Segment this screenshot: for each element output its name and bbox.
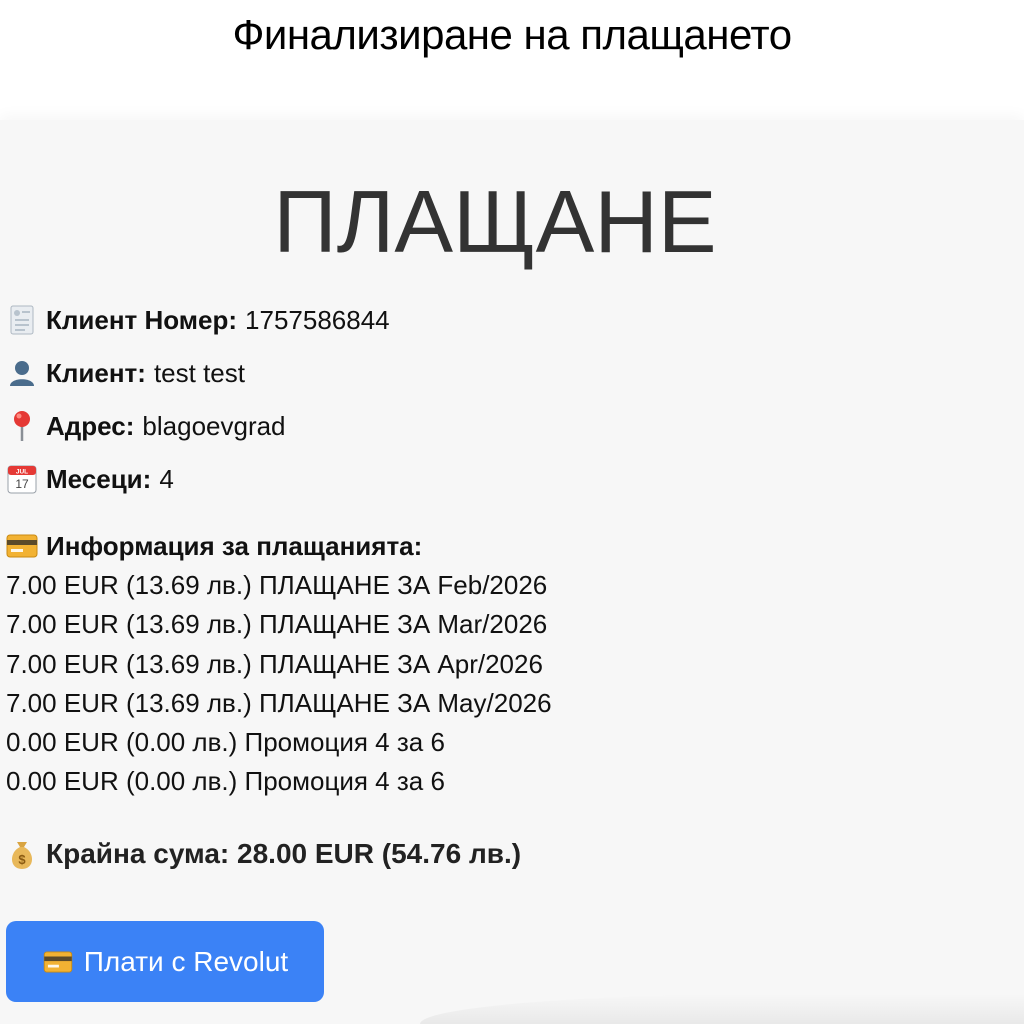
svg-text:$: $: [18, 852, 26, 867]
card-title: ПЛАЩАНЕ: [273, 172, 717, 271]
client-row: Клиент: test test: [6, 357, 245, 389]
credit-card-icon: [6, 531, 38, 561]
payment-line: 7.00 EUR (13.69 лв.) ПЛАЩАНЕ ЗА May/2026: [6, 687, 552, 718]
payments-heading: Информация за плащанията:: [46, 531, 423, 561]
payment-line: 0.00 EUR (0.00 лв.) Промоция 4 за 6: [6, 727, 445, 758]
address-label: Адрес:: [46, 411, 135, 441]
payment-line: 7.00 EUR (13.69 лв.) ПЛАЩАНЕ ЗА Mar/2026: [6, 609, 548, 640]
payment-line: 7.00 EUR (13.69 лв.) ПЛАЩАНЕ ЗА Feb/2026: [6, 570, 548, 600]
client-number-value: 1757586844: [245, 305, 390, 335]
total-text: Крайна сума: 28.00 EUR (54.76 лв.): [46, 838, 522, 869]
payments-heading-row: Информация за плащанията:: [6, 530, 430, 562]
months-value: 4: [159, 464, 174, 494]
page-header: Финализиране на плащането: [0, 0, 1024, 120]
pay-with-revolut-button[interactable]: Плати с Revolut: [6, 921, 324, 1002]
receipt-icon: [6, 305, 38, 335]
client-number-row: Клиент Номер: 1757586844: [6, 304, 390, 336]
user-icon: [6, 358, 38, 388]
client-value: test test: [153, 358, 245, 388]
months-label: Месеци:: [46, 464, 152, 494]
client-label: Клиент:: [46, 358, 146, 388]
credit-card-icon: [42, 947, 74, 977]
address-row: Адрес: blagoevgrad: [6, 410, 286, 442]
pay-button-label: Плати с Revolut: [83, 945, 289, 977]
payment-line: 0.00 EUR (0.00 лв.) Промоция 4 за 6: [6, 766, 445, 797]
page-title: Финализиране на плащането: [232, 11, 792, 58]
svg-text:JUL: JUL: [16, 469, 28, 476]
months-row: JUL 17 Месеци: 4: [6, 463, 174, 495]
calendar-icon: JUL 17: [6, 464, 38, 494]
payment-line: 7.00 EUR (13.69 лв.) ПЛАЩАНЕ ЗА Apr/2026: [6, 648, 543, 679]
payments-list: 7.00 EUR (13.69 лв.) ПЛАЩАНЕ ЗА Feb/2026…: [6, 566, 552, 802]
money-bag-icon: $: [6, 839, 38, 869]
total-row: $ Крайна сума: 28.00 EUR (54.76 лв.): [6, 838, 521, 870]
svg-text:17: 17: [15, 477, 29, 491]
map-pin-icon: [6, 411, 38, 441]
address-value: blagoevgrad: [142, 411, 286, 441]
client-number-label: Клиент Номер:: [46, 305, 238, 335]
